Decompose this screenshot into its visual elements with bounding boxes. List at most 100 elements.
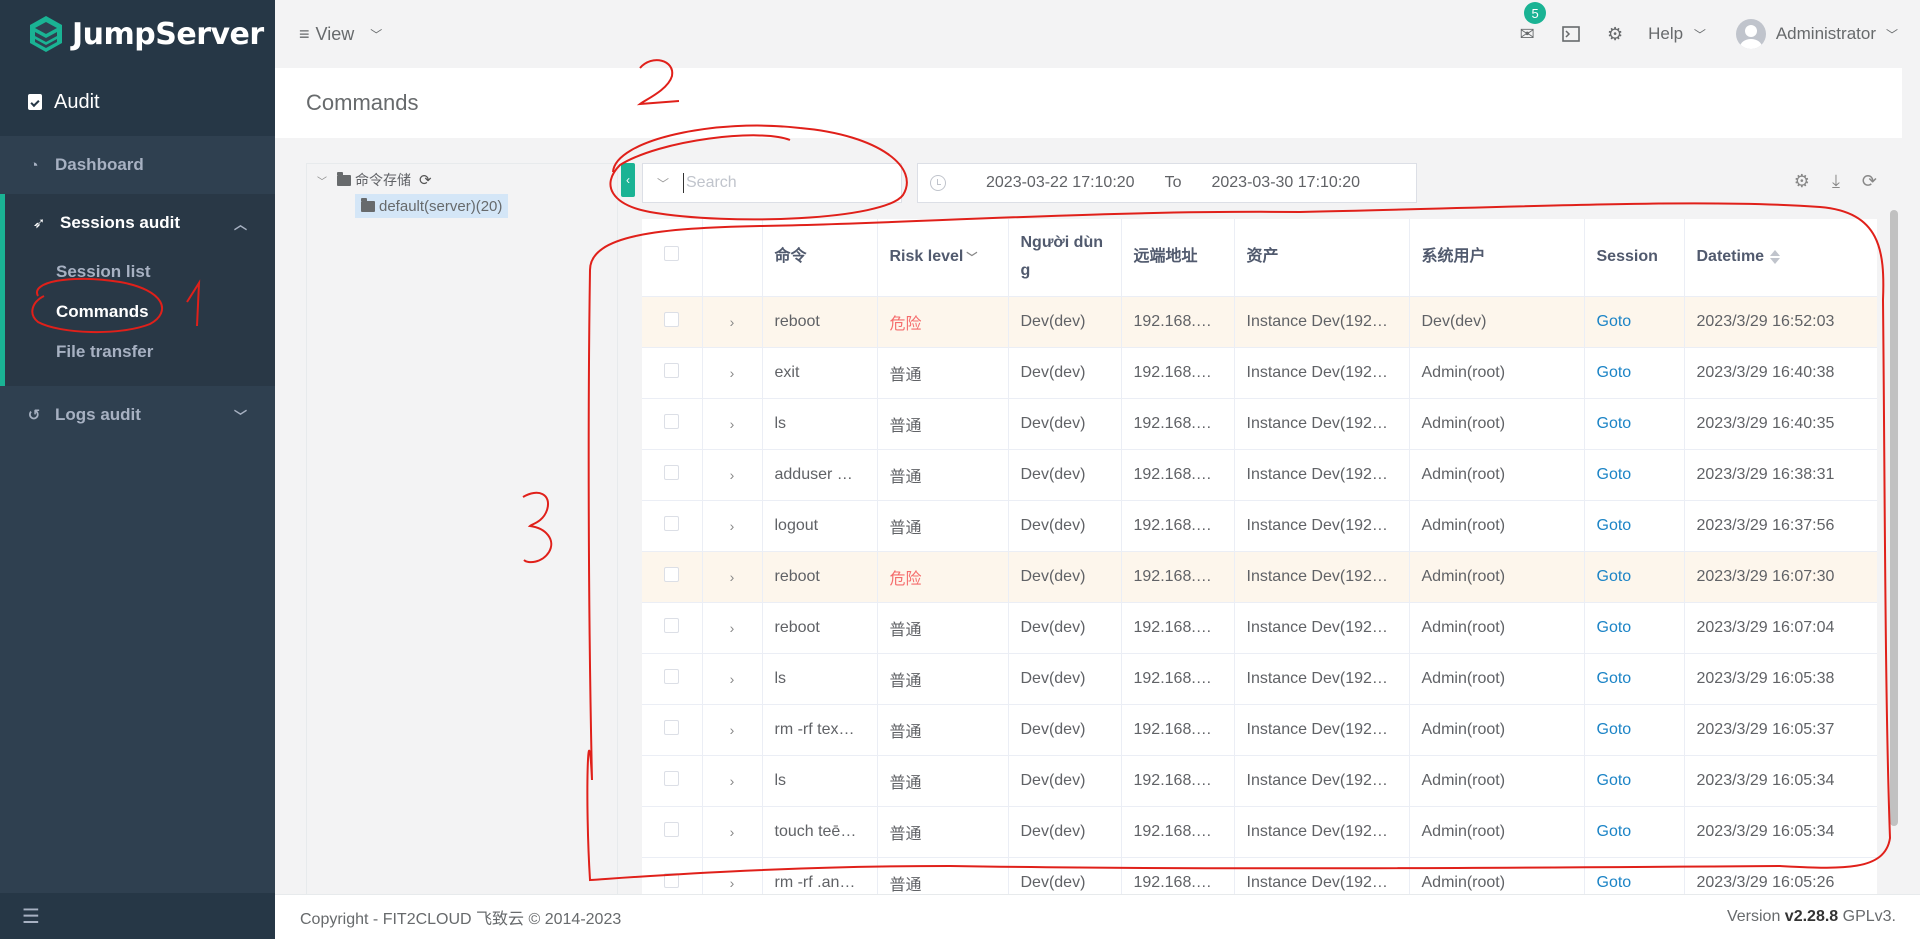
row-checkbox[interactable] — [642, 806, 703, 858]
table-row[interactable]: › logout 普通 Dev(dev) 192.168.… Instance Dev(1… — [642, 500, 1877, 552]
row-checkbox[interactable] — [642, 857, 703, 894]
cell-user: Dev(dev) — [1008, 755, 1122, 807]
goto-session-link[interactable]: Goto — [1584, 296, 1685, 348]
filter-toolbar: ﹀ 2023-03-22 17:10:20 To 2023-03-30 17:1… — [642, 163, 1877, 203]
chevron-down-icon: ﹀ — [370, 27, 383, 42]
cell-user: Dev(dev) — [1008, 551, 1122, 603]
row-expand-icon[interactable]: › — [702, 806, 763, 858]
column-header-risk-level[interactable]: Risk level ﹀ — [877, 219, 1009, 297]
row-checkbox[interactable] — [642, 755, 703, 807]
sort-icon[interactable] — [1770, 250, 1781, 265]
view-label: View — [315, 23, 355, 44]
table-row[interactable]: › ls 普通 Dev(dev) 192.168.… Instance Dev(192… A… — [642, 653, 1877, 705]
row-checkbox[interactable] — [642, 602, 703, 654]
table-row[interactable]: › adduser … 普通 Dev(dev) 192.168.… Instance De… — [642, 449, 1877, 501]
chevron-down-icon[interactable]: ﹀ — [643, 175, 683, 192]
download-icon[interactable]: ⤓ — [1832, 171, 1840, 192]
user-menu[interactable]: Administrator ﹀ — [1735, 19, 1898, 49]
terminal-button[interactable] — [1560, 24, 1582, 44]
row-expand-icon[interactable]: › — [702, 347, 763, 399]
row-expand-icon[interactable]: › — [702, 704, 763, 756]
row-checkbox[interactable] — [642, 398, 703, 450]
tree-collapse-toggle[interactable]: ‹ — [621, 163, 635, 197]
row-checkbox[interactable] — [642, 551, 703, 603]
settings-button[interactable]: ⚙ — [1604, 24, 1626, 44]
cell-risk-level: 危险 — [877, 551, 1009, 603]
date-to[interactable]: 2023-03-30 17:10:20 — [1211, 174, 1360, 192]
sidebar-item-label: Logs audit — [55, 405, 141, 424]
goto-session-link[interactable]: Goto — [1584, 500, 1685, 552]
view-menu-button[interactable]: ≡ View ﹀ — [299, 24, 382, 45]
goto-session-link[interactable]: Goto — [1584, 347, 1685, 399]
row-expand-icon[interactable]: › — [702, 449, 763, 501]
row-checkbox[interactable] — [642, 653, 703, 705]
table-row[interactable]: › ls 普通 Dev(dev) 192.168.… Instance Dev(192… A… — [642, 398, 1877, 450]
row-checkbox[interactable] — [642, 347, 703, 399]
chevron-down-icon: ﹀ — [1885, 27, 1898, 42]
table-row[interactable]: › touch teē… 普通 Dev(dev) 192.168.… Instance D… — [642, 806, 1877, 858]
goto-session-link[interactable]: Goto — [1584, 602, 1685, 654]
sidebar-subitem-file-transfer[interactable]: File transfer — [5, 332, 275, 372]
cell-remote-address: 192.168.… — [1121, 653, 1235, 705]
goto-session-link[interactable]: Goto — [1584, 704, 1685, 756]
table-row[interactable]: › reboot 普通 Dev(dev) 192.168.… Instance Dev(1… — [642, 602, 1877, 654]
logo[interactable]: JumpServer — [0, 0, 275, 68]
sidebar-collapse-button[interactable]: ☰ — [0, 893, 275, 939]
sidebar-item-sessions-audit[interactable]: ➶ Sessions audit ︿ — [5, 194, 275, 252]
sidebar-item-logs-audit[interactable]: ↺ Logs audit ﹀ — [0, 386, 275, 444]
sidebar-subitem-session-list[interactable]: Session list — [5, 252, 275, 292]
refresh-icon[interactable]: ⟳ — [1862, 171, 1877, 192]
goto-session-link[interactable]: Goto — [1584, 551, 1685, 603]
date-range-separator: To — [1164, 174, 1182, 191]
cell-risk-level: 普通 — [877, 857, 1009, 894]
table-row[interactable]: › ls 普通 Dev(dev) 192.168.… Instance Dev(192… A… — [642, 755, 1877, 807]
cell-command: reboot — [762, 296, 878, 348]
column-header-label: Datetime — [1696, 248, 1765, 266]
row-expand-icon[interactable]: › — [702, 653, 763, 705]
row-expand-icon[interactable]: › — [702, 398, 763, 450]
mail-button[interactable]: ✉ 5 — [1516, 2, 1547, 44]
goto-session-link[interactable]: Goto — [1584, 806, 1685, 858]
goto-session-link[interactable]: Goto — [1584, 398, 1685, 450]
goto-session-link[interactable]: Goto — [1584, 755, 1685, 807]
sidebar-item-label: Sessions audit — [60, 213, 180, 232]
refresh-icon[interactable]: ⟳ — [419, 171, 432, 189]
expand-column-header — [702, 219, 763, 297]
select-all-checkbox[interactable] — [642, 219, 703, 297]
cell-risk-level: 普通 — [877, 755, 1009, 807]
row-expand-icon[interactable]: › — [702, 551, 763, 603]
sidebar-subitem-commands[interactable]: Commands — [5, 292, 275, 332]
cell-datetime: 2023/3/29 16:05:34 — [1684, 806, 1877, 858]
row-expand-icon[interactable]: › — [702, 857, 763, 894]
table-row[interactable]: › rm -rf .an… 普通 Dev(dev) 192.168.… Instance … — [642, 857, 1877, 894]
goto-session-link[interactable]: Goto — [1584, 857, 1685, 894]
cell-datetime: 2023/3/29 16:05:26 — [1684, 857, 1877, 894]
goto-session-link[interactable]: Goto — [1584, 449, 1685, 501]
tree-root-node[interactable]: ﹀ 命令存储 ⟳ — [317, 168, 432, 192]
search-input[interactable] — [683, 173, 883, 193]
gear-icon[interactable]: ⚙ — [1794, 171, 1810, 192]
row-checkbox[interactable] — [642, 296, 703, 348]
row-expand-icon[interactable]: › — [702, 755, 763, 807]
row-checkbox[interactable] — [642, 449, 703, 501]
table-row[interactable]: › rm -rf tex… 普通 Dev(dev) 192.168.… Instance … — [642, 704, 1877, 756]
row-checkbox[interactable] — [642, 704, 703, 756]
date-from[interactable]: 2023-03-22 17:10:20 — [986, 174, 1135, 192]
row-expand-icon[interactable]: › — [702, 500, 763, 552]
row-expand-icon[interactable]: › — [702, 602, 763, 654]
help-menu[interactable]: Help ﹀ — [1648, 24, 1706, 44]
cell-remote-address: 192.168.… — [1121, 602, 1235, 654]
table-row[interactable]: › reboot 危险 Dev(dev) 192.168.… Instance Dev(1… — [642, 551, 1877, 603]
date-range-picker[interactable]: 2023-03-22 17:10:20 To 2023-03-30 17:10:… — [917, 163, 1417, 203]
row-expand-icon[interactable]: › — [702, 296, 763, 348]
sidebar-item-dashboard[interactable]: ◔ Dashboard — [0, 136, 275, 194]
scrollbar-thumb[interactable] — [1890, 210, 1898, 826]
row-checkbox[interactable] — [642, 500, 703, 552]
column-header-datetime[interactable]: Datetime — [1684, 219, 1877, 297]
tree-node-default-server[interactable]: default(server)(20) — [355, 194, 509, 218]
goto-session-link[interactable]: Goto — [1584, 653, 1685, 705]
cell-asset: Instance Dev(192… — [1234, 704, 1410, 756]
table-row[interactable]: › exit 普通 Dev(dev) 192.168.… Instance Dev(192… — [642, 347, 1877, 399]
topbar: ≡ View ﹀ ✉ 5 ⚙ Help ﹀ Administrator ﹀ — [275, 0, 1920, 68]
table-row[interactable]: › reboot 危险 Dev(dev) 192.168.… Instance Dev(1… — [642, 296, 1877, 348]
